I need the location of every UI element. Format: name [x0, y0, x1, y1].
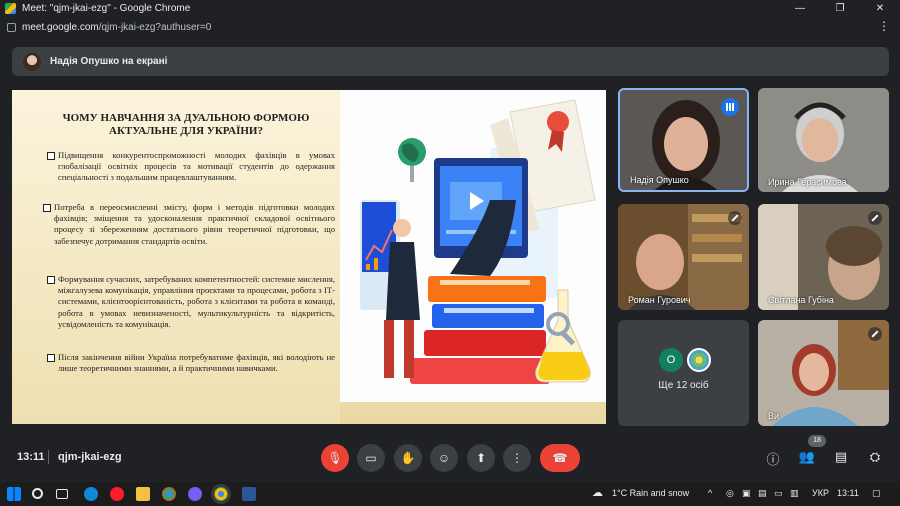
speaking-indicator-icon [721, 98, 739, 116]
slide-title: ЧОМУ НАВЧАННЯ ЗА ДУАЛЬНОЮ ФОРМОЮ АКТУАЛЬ… [62, 112, 310, 137]
avatar-initial: O [659, 348, 683, 372]
chat-icon[interactable]: ▤ [831, 449, 851, 465]
participant-name: Надія Опушко [630, 175, 689, 185]
maximize-button[interactable]: ❐ [820, 0, 860, 17]
education-illustration [340, 90, 606, 402]
windows-taskbar: ☁ 1°C Rain and snow ^ ◎ ▣ ▤ ▭ ▥ УКР 13:1… [0, 482, 900, 506]
lock-icon[interactable] [7, 22, 16, 32]
url-text[interactable]: meet.google.com/qjm-jkai-ezg?authuser=0 [22, 22, 211, 33]
tray-app-icon[interactable]: ◎ [726, 488, 734, 499]
slide-bullet: Підвищення конкурентоспроможності молоди… [47, 150, 335, 183]
present-screen-button[interactable]: ⬆ [467, 444, 495, 472]
avatar-image [687, 348, 711, 372]
taskbar-clock[interactable]: 13:11 [837, 488, 859, 498]
slide-bullet: Після закінчення війни Україна потребува… [47, 352, 335, 374]
task-view-icon[interactable] [56, 489, 68, 499]
shared-screen: ЧОМУ НАВЧАННЯ ЗА ДУАЛЬНОЮ ФОРМОЮ АКТУАЛЬ… [12, 90, 606, 424]
language-indicator[interactable]: УКР [812, 488, 829, 498]
window-title: Meet: "qjm-jkai-ezg" - Google Chrome [22, 3, 191, 14]
participant-name: Світлана Губіна [768, 295, 834, 305]
participant-tile[interactable]: Роман Гурович [618, 204, 749, 310]
participant-tile[interactable]: Ирина Герасимова [758, 88, 889, 192]
mic-off-icon [868, 211, 882, 225]
self-tile[interactable]: Ви [758, 320, 889, 426]
windows-start-icon[interactable] [7, 487, 21, 501]
file-explorer-icon[interactable] [136, 487, 150, 501]
raise-hand-button[interactable]: ✋ [394, 444, 422, 472]
end-call-button[interactable]: ☎ [540, 444, 580, 472]
more-participants-count: Ще 12 осіб [658, 380, 709, 391]
chrome-icon[interactable] [162, 487, 176, 501]
network-icon[interactable]: ▥ [790, 488, 799, 499]
meeting-code: qjm-jkai-ezg [58, 451, 122, 463]
url-path: /qjm-jkai-ezg?authuser=0 [98, 21, 212, 33]
activities-icon[interactable]: ⛭ [865, 449, 885, 465]
chrome-title-bar: Meet: "qjm-jkai-ezg" - Google Chrome — ❐… [0, 0, 900, 17]
meeting-time: 13:11 [17, 451, 45, 463]
participant-tile[interactable]: Надія Опушко [618, 88, 749, 192]
url-host: meet.google.com [22, 21, 99, 33]
presenter-avatar [23, 52, 41, 71]
presenting-text: Надія Опушко на екрані [50, 56, 168, 67]
reactions-button[interactable]: ☺ [430, 444, 458, 472]
divider [48, 450, 49, 464]
more-options-button[interactable]: ⋮ [503, 444, 531, 472]
viber-icon[interactable] [188, 487, 202, 501]
tray-app-icon[interactable]: ▣ [742, 488, 751, 499]
slide-bullet: Потреба в переосмисленні змісту, форм і … [43, 202, 335, 246]
edge-icon[interactable] [84, 487, 98, 501]
participant-name: Ирина Герасимова [768, 177, 847, 187]
slide-bullet: Формування сучасних, затребуваних компет… [47, 274, 335, 329]
browser-menu-icon[interactable]: ⋮ [878, 19, 890, 33]
address-bar[interactable]: meet.google.com/qjm-jkai-ezg?authuser=0 … [0, 17, 900, 37]
battery-icon[interactable]: ▭ [774, 488, 783, 499]
people-icon[interactable]: 👥 [797, 449, 817, 465]
participant-name: Ви [768, 411, 780, 421]
more-participants-tile[interactable]: O Ще 12 осіб [618, 320, 749, 426]
slide-text-panel: ЧОМУ НАВЧАННЯ ЗА ДУАЛЬНОЮ ФОРМОЮ АКТУАЛЬ… [12, 90, 340, 424]
chrome-active-icon[interactable] [211, 484, 231, 504]
word-icon[interactable] [242, 487, 256, 501]
mic-off-icon [728, 211, 742, 225]
mic-toggle-button[interactable]: 🎙 [321, 444, 349, 472]
participant-avatars: O [659, 348, 711, 372]
camera-toggle-button[interactable]: ▭ [357, 444, 385, 472]
tray-chevron-icon[interactable]: ^ [708, 488, 712, 498]
meet-favicon-icon [5, 3, 16, 14]
close-button[interactable]: ✕ [860, 0, 900, 17]
mic-off-icon [868, 327, 882, 341]
participant-name: Роман Гурович [628, 295, 691, 305]
participants-count-badge: 18 [808, 435, 826, 447]
tray-app-icon[interactable]: ▤ [758, 488, 767, 499]
participant-tile[interactable]: Світлана Губіна [758, 204, 889, 310]
search-icon[interactable] [32, 488, 43, 499]
weather-text[interactable]: 1°C Rain and snow [612, 488, 689, 498]
window-controls: — ❐ ✕ [780, 0, 900, 17]
notifications-icon[interactable]: ▢ [872, 488, 881, 499]
meeting-details-icon[interactable]: ⓘ [763, 449, 783, 468]
weather-icon[interactable]: ☁ [592, 486, 603, 499]
meeting-controls-bar: 13:11 qjm-jkai-ezg 🎙 ▭ ✋ ☺ ⬆ ⋮ ☎ ⓘ 👥 ▤ ⛭ [0, 432, 900, 482]
presenting-banner: Надія Опушко на екрані [12, 47, 889, 76]
opera-icon[interactable] [110, 487, 124, 501]
minimize-button[interactable]: — [780, 0, 820, 17]
slide-illustration [340, 90, 606, 402]
